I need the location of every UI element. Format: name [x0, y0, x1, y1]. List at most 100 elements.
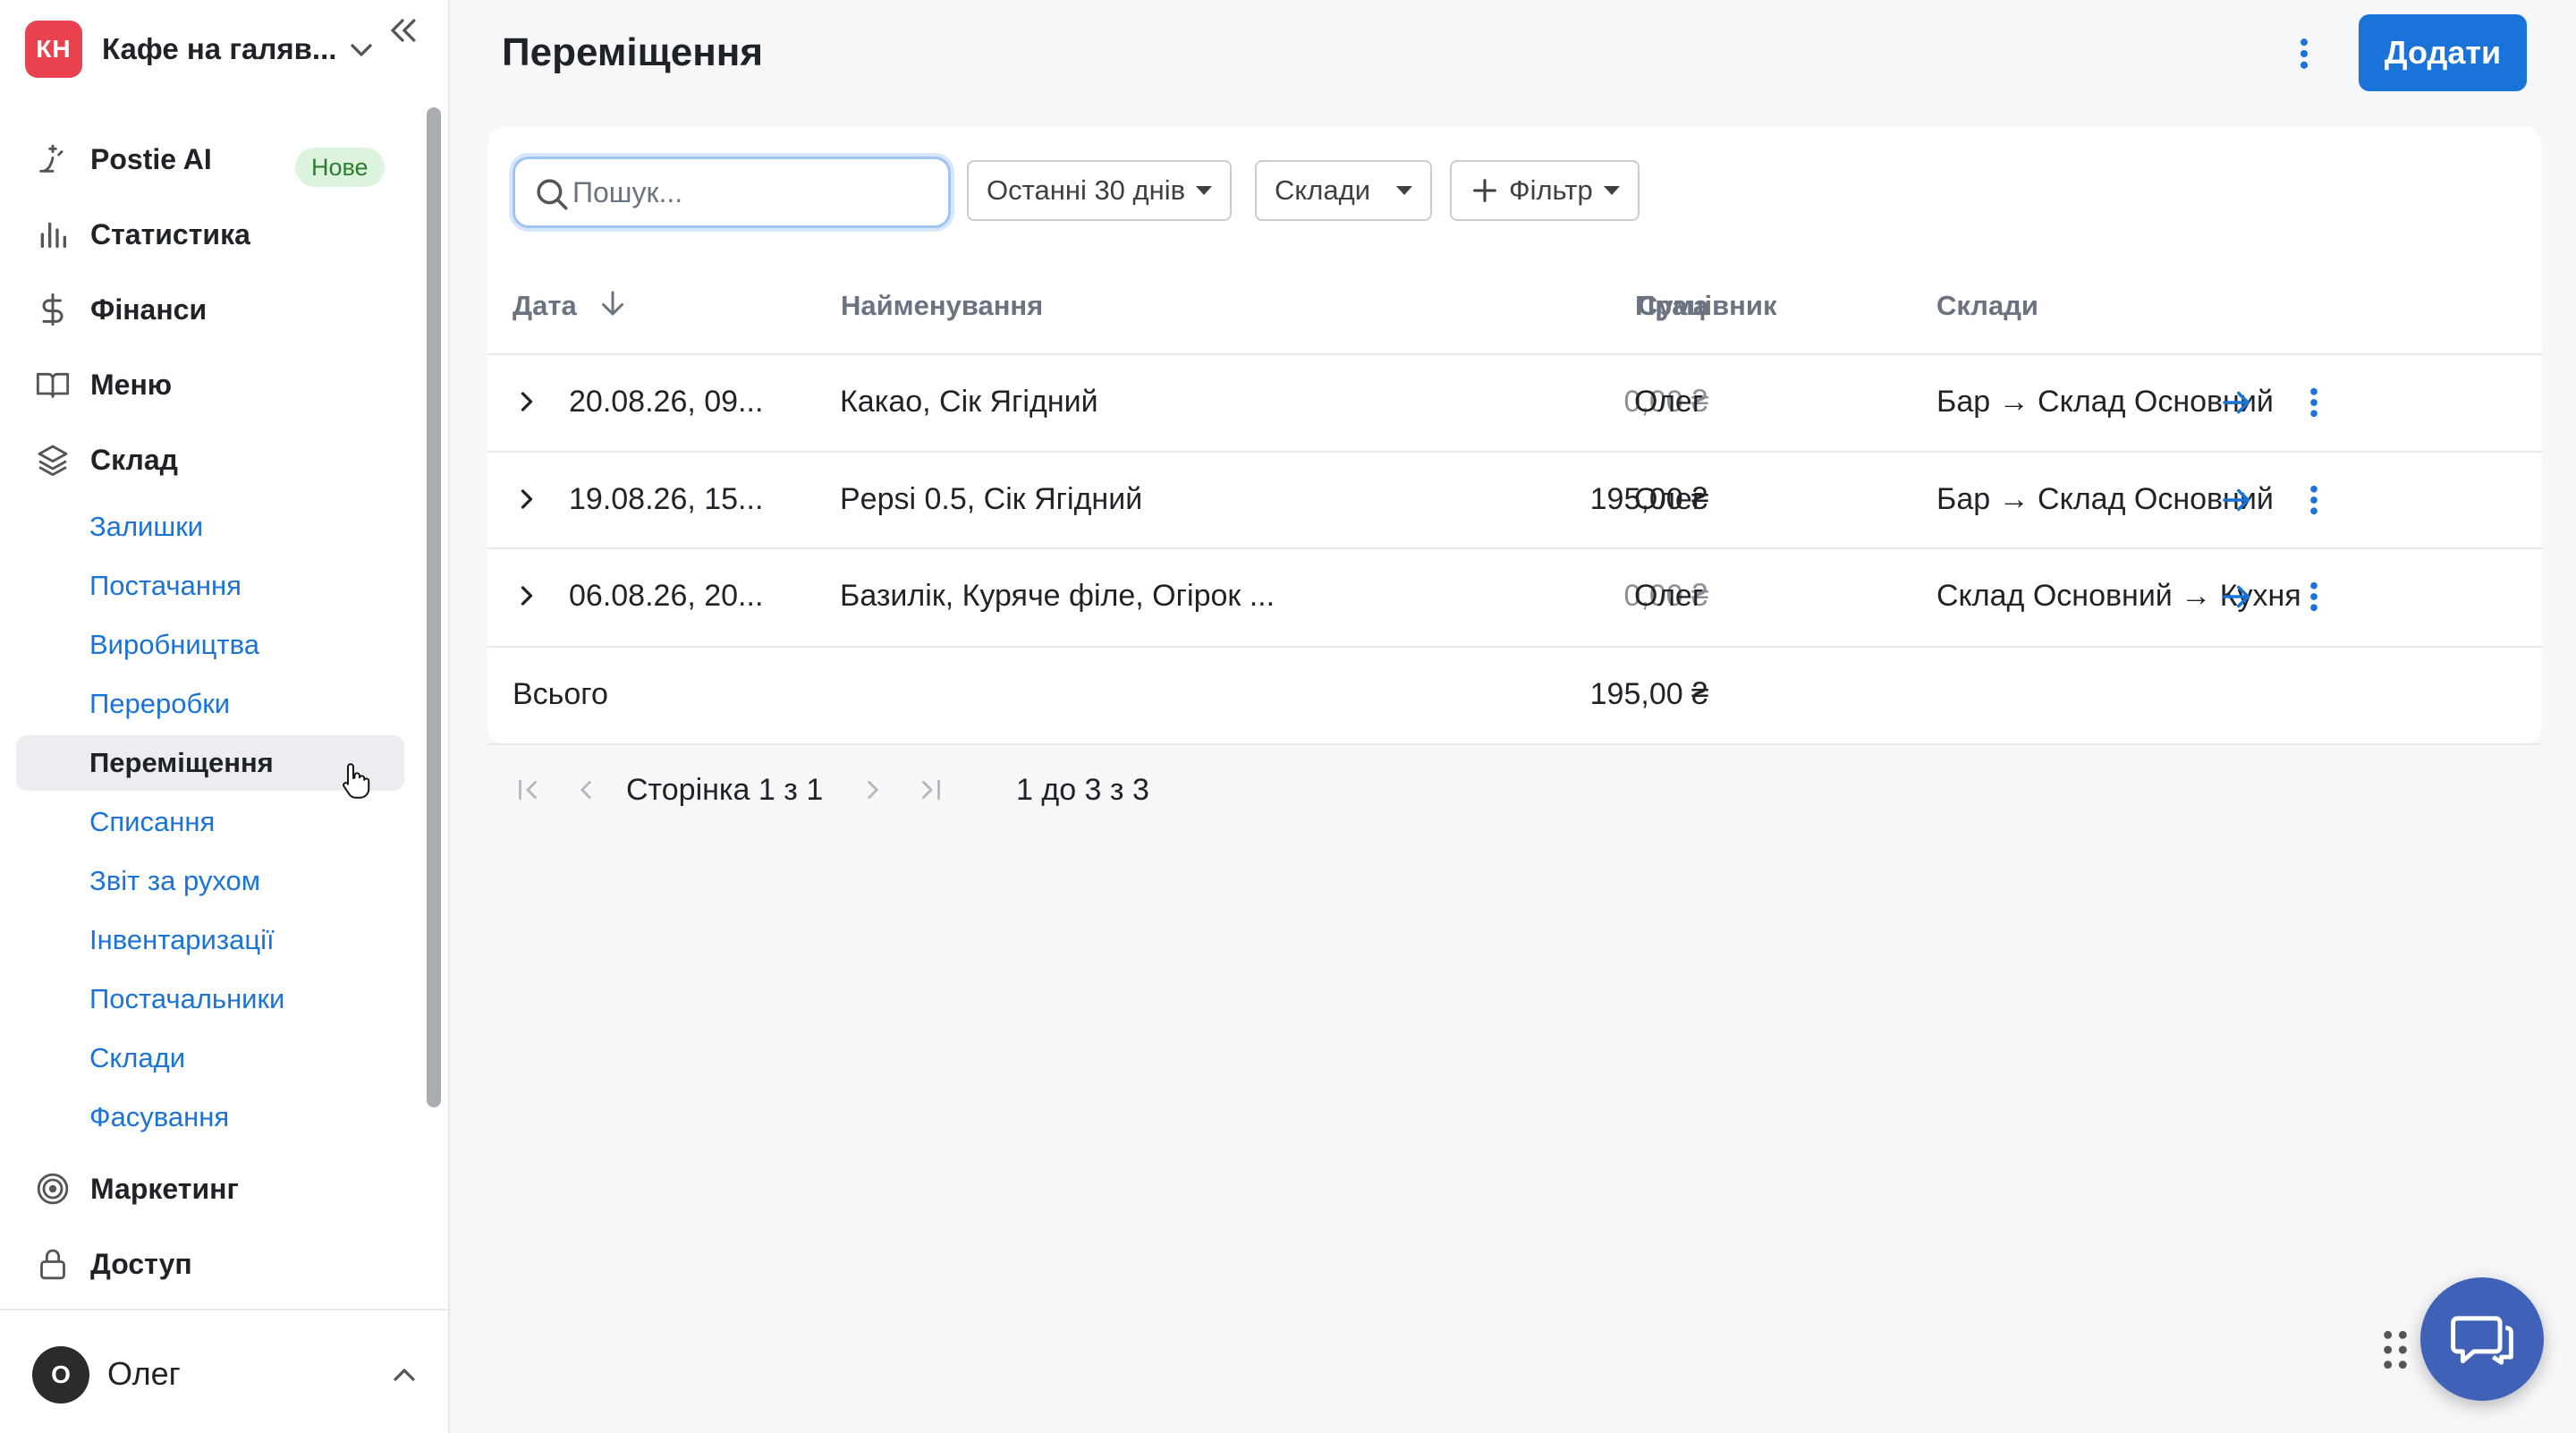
venue-name: Кафе на галяв... [102, 32, 337, 65]
sidebar-item-stock[interactable]: Залишки [16, 499, 404, 555]
sub-label: Фасування [89, 1101, 230, 1132]
nav-label: Postie AI [90, 142, 212, 175]
total-sum: 195,00 ₴ [1589, 677, 1708, 711]
chat-button[interactable] [2420, 1277, 2544, 1401]
nav-label: Маркетинг [90, 1172, 239, 1205]
row-name: Базилік, Куряче філе, Огірок ... [840, 579, 1275, 613]
row-employee: Олег [1634, 482, 1704, 516]
avatar: О [32, 1346, 89, 1403]
sub-label: Залишки [89, 511, 204, 542]
page-indicator: Сторінка 1 з 1 [626, 773, 823, 808]
arrow-right-icon[interactable] [2218, 481, 2256, 519]
sub-label: Постачальники [89, 983, 285, 1014]
chevron-right-icon[interactable] [511, 580, 543, 612]
search-input[interactable] [572, 168, 930, 216]
dollar-icon [34, 291, 72, 328]
more-vertical-icon[interactable] [2301, 578, 2326, 615]
search-box[interactable] [513, 157, 951, 228]
sidebar-item-production[interactable]: Виробництва [16, 617, 404, 673]
warehouses-select[interactable]: Склади [1255, 160, 1432, 221]
nav-item-statistics[interactable]: Статистика [16, 204, 406, 265]
page-total: 1 [806, 773, 824, 807]
column-header-warehouses: Склади [1936, 290, 2038, 321]
sidebar-item-suppliers[interactable]: Постачальники [16, 971, 404, 1027]
sub-label: Списання [89, 806, 216, 837]
nav-item-postie-ai[interactable]: Postie AI Нове [16, 129, 406, 190]
add-filter-button[interactable]: Фільтр [1450, 160, 1640, 221]
filter-label: Фільтр [1509, 174, 1593, 206]
sidebar-item-processing[interactable]: Переробки [16, 676, 404, 732]
sidebar-scrollbar[interactable] [427, 107, 441, 1107]
chevron-down-icon[interactable] [343, 32, 379, 68]
divider [487, 743, 2542, 745]
period-select[interactable]: Останні 30 днів [967, 160, 1233, 221]
chevron-right-icon[interactable] [511, 386, 543, 418]
sidebar-item-warehouses[interactable]: Склади [16, 1030, 404, 1086]
sub-label: Переміщення [89, 747, 274, 778]
more-vertical-icon[interactable] [2290, 34, 2318, 73]
page-of: з [784, 773, 798, 807]
nav-item-access[interactable]: Доступ [16, 1234, 406, 1294]
add-button[interactable]: Додати [2359, 14, 2527, 91]
next-page-icon[interactable] [858, 775, 888, 805]
nav-label: Доступ [90, 1247, 192, 1280]
book-icon [34, 366, 72, 403]
sidebar: КН Кафе на галяв... Postie AI Нове Стати… [0, 0, 450, 1433]
user-menu[interactable]: О Олег [0, 1309, 448, 1433]
nav-label: Статистика [90, 217, 250, 250]
sidebar-item-inventory[interactable]: Інвентаризації [16, 912, 404, 968]
nav-item-finance[interactable]: Фінанси [16, 279, 406, 340]
plus-icon [1473, 179, 1496, 202]
row-date: 06.08.26, 20... [569, 579, 764, 613]
divider [487, 451, 2542, 453]
nav-label: Меню [90, 368, 173, 401]
chat-icon [2451, 1316, 2513, 1365]
more-vertical-icon[interactable] [2301, 481, 2326, 519]
sidebar-item-supplies[interactable]: Постачання [16, 558, 404, 614]
nav-item-menu[interactable]: Меню [16, 354, 406, 415]
search-icon [537, 179, 568, 210]
row-name: Какао, Сік Ягідний [840, 385, 1098, 419]
divider [487, 547, 2542, 549]
column-header-employee: Працівник [1635, 290, 1777, 321]
sidebar-item-writeoffs[interactable]: Списання [16, 794, 404, 850]
target-icon [34, 1170, 72, 1208]
nav-label: Фінанси [90, 293, 208, 326]
row-employee: Олег [1634, 385, 1704, 419]
sub-label: Постачання [89, 570, 242, 601]
page-title: Переміщення [502, 30, 764, 74]
first-page-icon[interactable] [513, 775, 543, 805]
nav-label: Склад [90, 443, 178, 476]
arrow-down-icon[interactable] [597, 287, 629, 319]
sparkle-icon [34, 140, 72, 178]
chevron-right-icon[interactable] [511, 483, 543, 515]
prev-page-icon[interactable] [571, 775, 601, 805]
warehouses-label: Склади [1275, 174, 1371, 206]
range-indicator: 1 до 3 з 3 [1016, 773, 1149, 807]
sub-label: Інвентаризації [89, 924, 275, 955]
divider [487, 646, 2542, 648]
arrow-right-icon[interactable] [2218, 384, 2256, 421]
row-date: 19.08.26, 15... [569, 482, 764, 516]
arrow-right-icon[interactable] [2218, 578, 2256, 615]
sidebar-item-movement-report[interactable]: Звіт за рухом [16, 853, 404, 909]
row-date: 20.08.26, 09... [569, 385, 764, 419]
sidebar-item-packaging[interactable]: Фасування [16, 1090, 404, 1145]
total-label: Всього [513, 677, 608, 711]
period-label: Останні 30 днів [987, 174, 1186, 206]
venue-switcher[interactable]: КН Кафе на галяв... [25, 20, 419, 79]
caret-down-icon [1603, 186, 1620, 195]
nav-item-warehouse[interactable]: Склад [16, 429, 406, 490]
collapse-sidebar-icon[interactable] [383, 11, 422, 50]
layers-icon [34, 441, 72, 479]
last-page-icon[interactable] [916, 775, 946, 805]
page-word: Сторінка [626, 773, 750, 807]
more-vertical-icon[interactable] [2301, 384, 2326, 421]
column-header-name: Найменування [841, 290, 1044, 321]
drag-handle-icon[interactable] [2380, 1327, 2411, 1372]
caret-down-icon [1396, 186, 1412, 195]
chevron-up-icon[interactable] [386, 1357, 422, 1393]
column-header-date[interactable]: Дата [513, 290, 577, 322]
sub-label: Склади [89, 1042, 186, 1073]
nav-item-marketing[interactable]: Маркетинг [16, 1158, 406, 1219]
